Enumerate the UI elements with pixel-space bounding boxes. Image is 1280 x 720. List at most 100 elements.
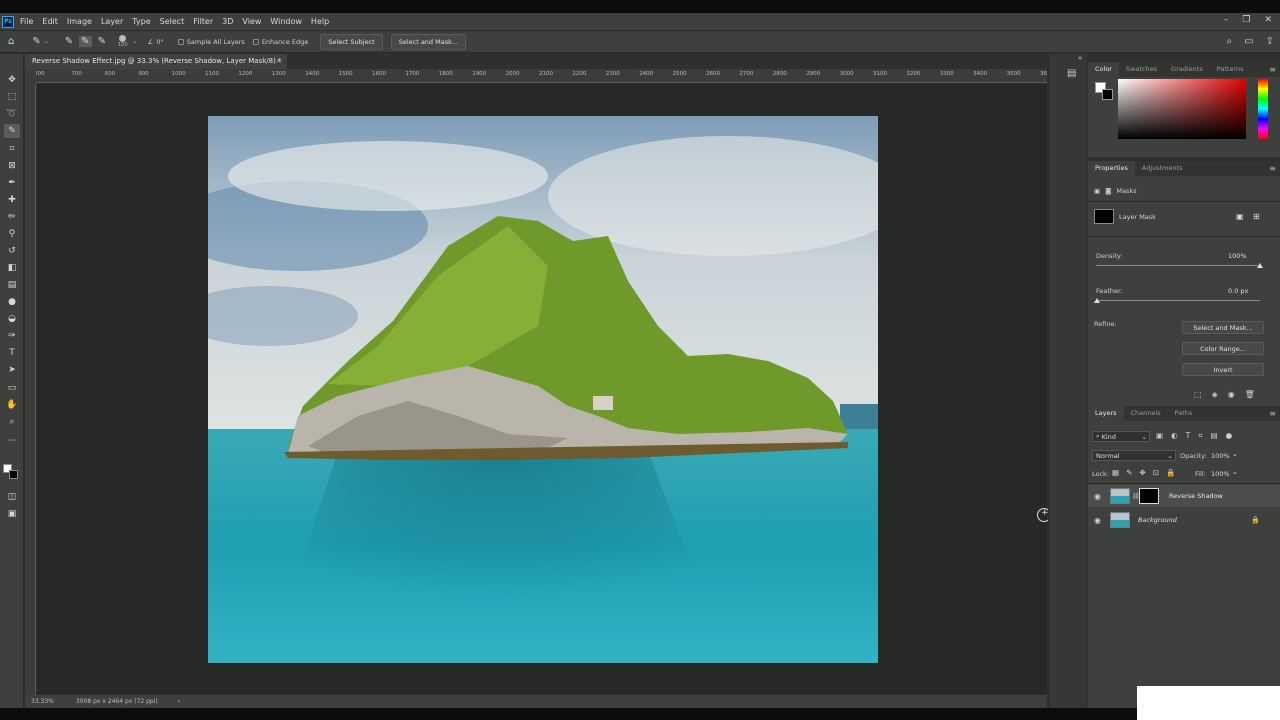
panel-background-swatch[interactable] — [1102, 89, 1113, 100]
menu-image[interactable]: Image — [67, 17, 92, 26]
marquee-tool-icon[interactable]: ⬚ — [4, 90, 20, 104]
close-icon[interactable]: ✕ — [1264, 15, 1272, 25]
type-tool-icon[interactable]: T — [4, 346, 20, 360]
zoom-level[interactable]: 33.33% — [31, 698, 54, 705]
subtract-selection-icon[interactable]: ✎ — [98, 36, 106, 47]
move-tool-icon[interactable]: ✥ — [4, 73, 20, 87]
pen-tool-icon[interactable]: ✑ — [4, 329, 20, 343]
type-layer-filter-icon[interactable]: T — [1186, 431, 1191, 441]
select-subject-button[interactable]: Select Subject — [320, 33, 383, 50]
lasso-tool-icon[interactable]: ➰ — [4, 107, 20, 121]
select-pixel-mask-icon[interactable]: ▣ — [1236, 212, 1244, 221]
visibility-eye-icon[interactable]: ◉ — [1094, 516, 1101, 525]
healing-brush-icon[interactable]: ✚ — [4, 193, 20, 207]
angle-field[interactable]: ∠ 0° — [148, 38, 164, 46]
panel-menu-icon[interactable]: ≡ — [1269, 65, 1276, 74]
tab-channels[interactable]: Channels — [1124, 406, 1168, 421]
panel-menu-icon[interactable]: ≡ — [1269, 409, 1276, 418]
layer-row-reverse-shadow[interactable]: ◉ ⛓ Reverse Shadow — [1088, 485, 1280, 507]
canvas-area[interactable] — [37, 84, 1047, 694]
path-selection-icon[interactable]: ➤ — [4, 363, 20, 377]
tab-patterns[interactable]: Patterns — [1210, 62, 1251, 77]
density-slider[interactable] — [1096, 265, 1260, 266]
menu-help[interactable]: Help — [311, 17, 329, 26]
density-value[interactable]: 100% — [1228, 252, 1247, 260]
brush-size-picker[interactable]: 100 — [118, 35, 128, 48]
quick-selection-tool-icon[interactable]: ✎ — [4, 124, 20, 138]
blur-tool-icon[interactable]: ● — [4, 295, 20, 309]
smart-object-filter-icon[interactable]: ▤ — [1210, 431, 1217, 441]
clone-stamp-icon[interactable]: ⚲ — [4, 227, 20, 241]
tab-layers[interactable]: Layers — [1088, 406, 1124, 421]
filter-toggle-icon[interactable]: ● — [1226, 431, 1233, 441]
select-and-mask-button[interactable]: Select and Mask... — [390, 33, 467, 50]
chevron-down-icon[interactable]: ⌄ — [133, 38, 138, 45]
eyedropper-tool-icon[interactable]: ✒ — [4, 176, 20, 190]
hand-tool-icon[interactable]: ✋ — [4, 398, 20, 412]
menu-type[interactable]: Type — [132, 17, 150, 26]
restore-icon[interactable]: ❐ — [1242, 15, 1250, 25]
dodge-tool-icon[interactable]: ◒ — [4, 312, 20, 326]
pixel-mask-icon[interactable]: ▣ — [1094, 187, 1100, 195]
menu-edit[interactable]: Edit — [42, 17, 58, 26]
menu-filter[interactable]: Filter — [193, 17, 213, 26]
brush-tool-icon[interactable]: ✏ — [4, 210, 20, 224]
lock-artboard-icon[interactable]: ⊡ — [1153, 468, 1159, 477]
add-selection-icon[interactable]: ✎ — [79, 36, 92, 47]
crop-tool-icon[interactable]: ⌗ — [4, 142, 20, 156]
menu-3d[interactable]: 3D — [222, 17, 233, 26]
visibility-icon[interactable]: ◉ — [1228, 390, 1235, 399]
more-tools-icon[interactable]: ⋯ — [4, 434, 20, 448]
lock-all-icon[interactable]: 🔒 — [1166, 468, 1175, 477]
delete-mask-icon[interactable]: 🗑 — [1245, 390, 1255, 399]
enhance-edge-checkbox[interactable]: Enhance Edge — [252, 38, 308, 46]
status-expand-icon[interactable]: › — [178, 698, 180, 705]
shape-layer-filter-icon[interactable]: ⌗ — [1198, 431, 1202, 441]
history-panel-icon[interactable]: ▤ — [1067, 68, 1076, 79]
zoom-tool-icon[interactable]: ⌕ — [4, 415, 20, 429]
gradient-tool-icon[interactable]: ▤ — [4, 278, 20, 292]
lock-position-icon[interactable]: ✥ — [1139, 468, 1145, 477]
filter-kind-select[interactable]: ⌕ Kind ⌄ — [1092, 431, 1150, 442]
photoshop-logo-icon[interactable]: Ps — [2, 15, 14, 28]
tab-adjustments[interactable]: Adjustments — [1135, 161, 1190, 176]
visibility-eye-icon[interactable]: ◉ — [1094, 492, 1101, 501]
share-icon[interactable]: ⇪ — [1266, 36, 1274, 47]
home-icon[interactable]: ⌂ — [8, 36, 14, 47]
chevron-down-icon[interactable]: ⌄ — [1232, 450, 1238, 458]
density-slider-handle[interactable] — [1257, 263, 1263, 268]
rectangle-tool-icon[interactable]: ▭ — [4, 381, 20, 395]
adjustment-layer-filter-icon[interactable]: ◐ — [1171, 431, 1178, 441]
layer-row-background[interactable]: ◉ Background 🔒 — [1088, 509, 1280, 531]
chevron-down-icon[interactable]: ⌄ — [1232, 468, 1238, 476]
brush-preset-icon[interactable]: ✎ — [32, 36, 40, 47]
select-and-mask-button[interactable]: Select and Mask... — [1182, 321, 1264, 334]
panel-menu-icon[interactable]: ≡ — [1269, 164, 1276, 173]
island-photo[interactable] — [208, 116, 878, 663]
feather-slider-handle[interactable] — [1094, 298, 1100, 303]
layer-mask-thumbnail[interactable] — [1094, 209, 1114, 224]
frame-tool-icon[interactable]: ⊠ — [4, 159, 20, 173]
minimize-icon[interactable]: – — [1224, 15, 1229, 25]
blend-mode-select[interactable]: Normal ⌄ — [1092, 450, 1176, 461]
background-color-swatch[interactable] — [9, 470, 18, 479]
lock-image-icon[interactable]: ✎ — [1126, 468, 1132, 477]
workspace-icon[interactable]: ▭ — [1244, 36, 1253, 47]
menu-view[interactable]: View — [242, 17, 261, 26]
quick-mask-icon[interactable]: ◫ — [4, 490, 20, 504]
new-selection-icon[interactable]: ✎ — [65, 36, 73, 47]
tab-paths[interactable]: Paths — [1168, 406, 1200, 421]
layer-mask-thumbnail[interactable] — [1139, 488, 1159, 504]
add-vector-mask-icon[interactable]: ⊞ — [1253, 212, 1260, 221]
tab-color[interactable]: Color — [1088, 62, 1119, 77]
eraser-tool-icon[interactable]: ◧ — [4, 261, 20, 275]
load-selection-icon[interactable]: ⬚ — [1194, 390, 1202, 399]
feather-value[interactable]: 0.0 px — [1228, 287, 1248, 295]
invert-button[interactable]: Invert — [1182, 363, 1264, 376]
pixel-layer-filter-icon[interactable]: ▣ — [1156, 431, 1163, 441]
tab-gradients[interactable]: Gradients — [1164, 62, 1210, 77]
lock-transparent-icon[interactable]: ▦ — [1112, 468, 1119, 477]
feather-slider[interactable] — [1096, 300, 1260, 301]
apply-mask-icon[interactable]: ◈ — [1212, 390, 1218, 399]
chevron-down-icon[interactable]: ⌄ — [44, 38, 49, 45]
